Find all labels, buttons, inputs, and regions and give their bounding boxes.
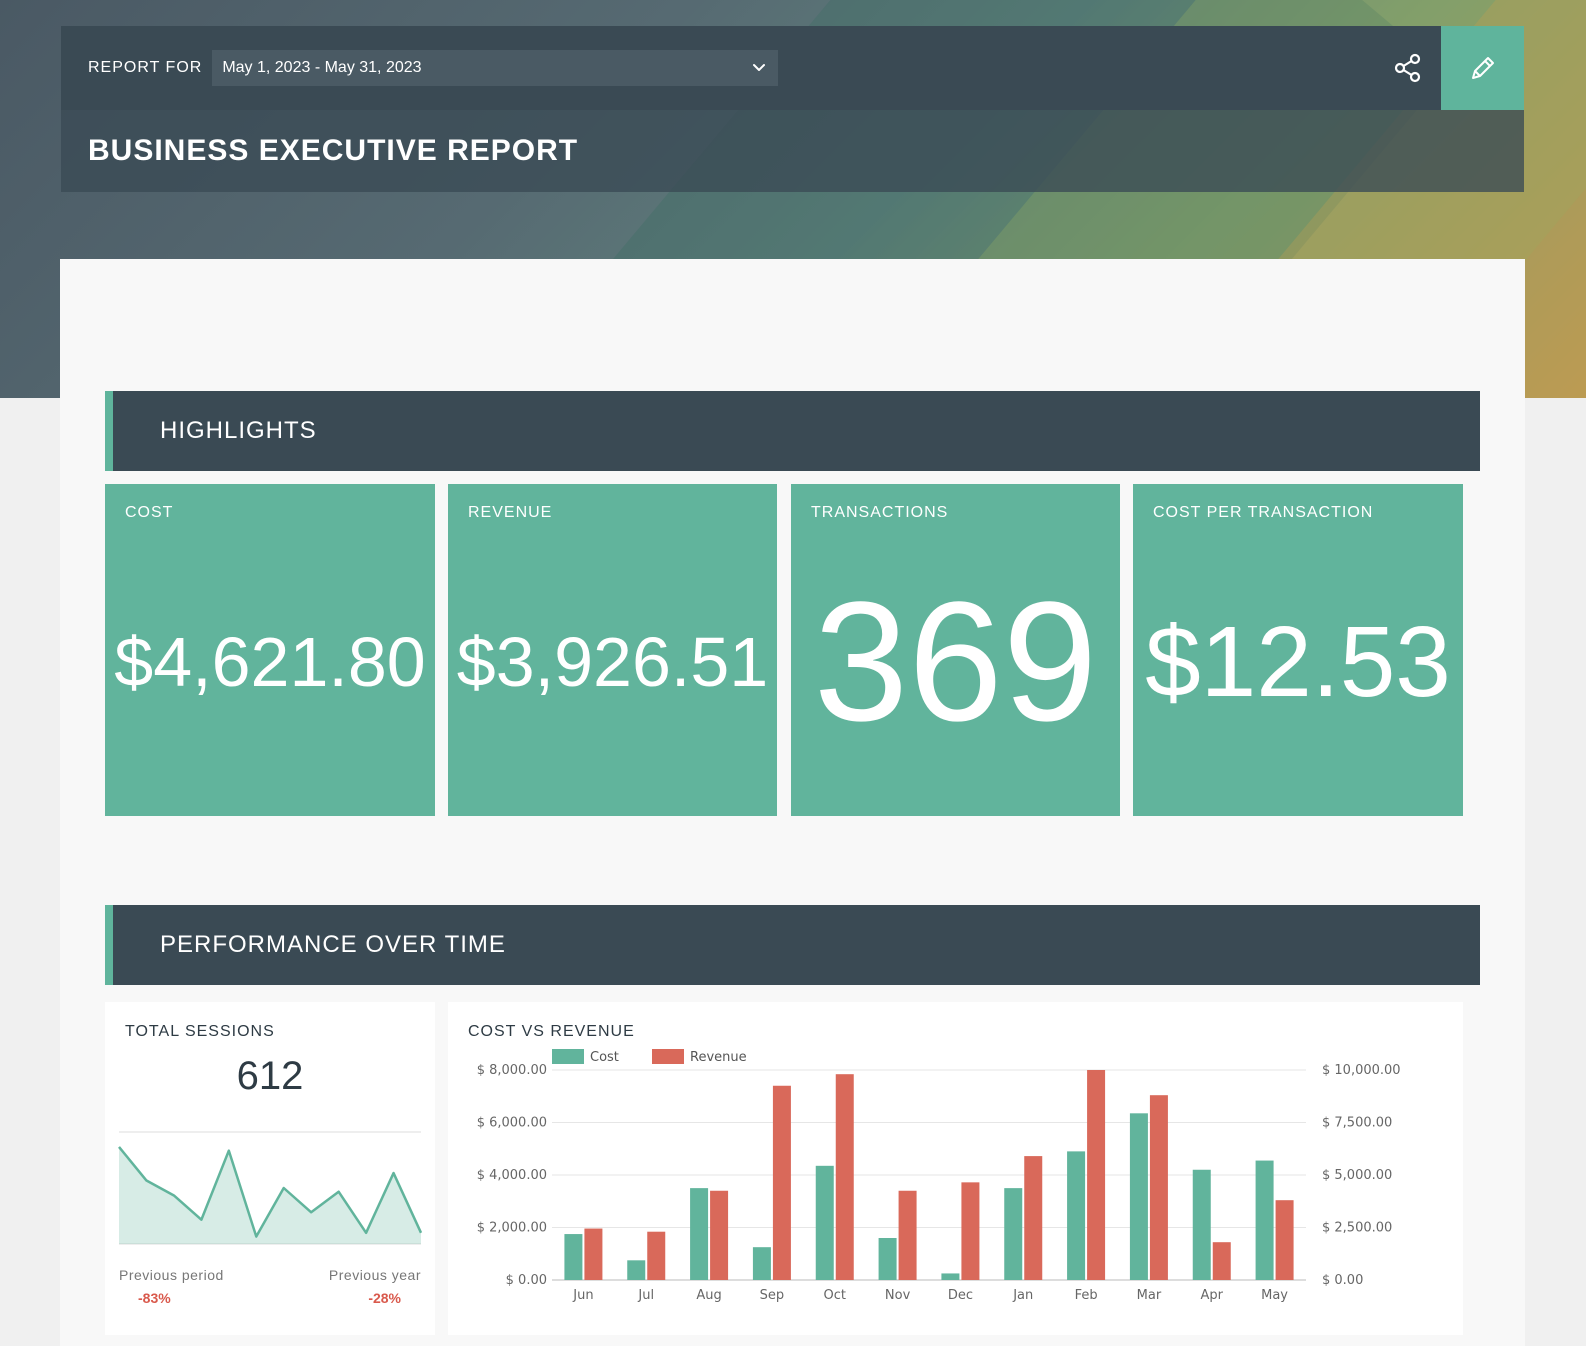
bar-revenue [1024, 1156, 1043, 1280]
share-icon[interactable] [1392, 52, 1424, 84]
report-content: HIGHLIGHTS COST $4,621.80 REVENUE $3,926… [60, 259, 1525, 1346]
x-tick-label: Mar [1137, 1288, 1162, 1303]
previous-year-value: -28% [368, 1290, 401, 1306]
legend-cost-swatch [552, 1049, 584, 1064]
kpi-value: $4,621.80 [114, 623, 426, 701]
kpi-revenue: REVENUE $3,926.51 [448, 484, 777, 816]
bar-revenue [835, 1074, 854, 1280]
x-tick-label: Jul [637, 1288, 654, 1303]
sessions-sparkline [118, 1131, 423, 1245]
section-title: HIGHLIGHTS [160, 417, 317, 444]
x-tick-label: Jan [1012, 1288, 1033, 1303]
total-sessions-panel: TOTAL SESSIONS 612 Previous period -83% … [105, 1002, 435, 1335]
cost-vs-revenue-panel: COST VS REVENUE Cost Revenue $ 0.00 $ 0.00 $… [448, 1002, 1463, 1335]
legend-revenue-swatch [652, 1049, 684, 1064]
performance-section-header: PERFORMANCE OVER TIME [105, 905, 1480, 985]
sessions-area [119, 1146, 421, 1244]
bar-cost [1129, 1113, 1148, 1280]
y-tick-right: $ 10,000.00 [1322, 1063, 1401, 1078]
y-tick-right: $ 5,000.00 [1322, 1168, 1392, 1183]
bar-revenue [1149, 1095, 1168, 1280]
title-bar: BUSINESS EXECUTIVE REPORT [61, 110, 1524, 192]
x-tick-label: May [1261, 1288, 1288, 1303]
y-tick-left: $ 4,000.00 [477, 1168, 547, 1183]
bar-cost [941, 1273, 960, 1280]
bar-revenue [710, 1190, 729, 1280]
section-title: PERFORMANCE OVER TIME [160, 931, 506, 958]
edit-button[interactable] [1441, 26, 1524, 110]
legend-revenue-label: Revenue [690, 1050, 747, 1065]
bar-revenue [1275, 1200, 1294, 1280]
x-tick-label: Sep [760, 1288, 785, 1303]
bar-cost [1004, 1188, 1023, 1280]
y-tick-right: $ 7,500.00 [1322, 1116, 1392, 1131]
previous-year-label: Previous year [328, 1267, 421, 1283]
kpi-value: $12.53 [1145, 605, 1451, 718]
y-tick-left: $ 2,000.00 [477, 1221, 547, 1236]
bar-revenue [1087, 1070, 1106, 1280]
x-tick-label: Apr [1201, 1288, 1224, 1303]
x-tick-label: Oct [824, 1288, 846, 1303]
bar-cost [1255, 1160, 1274, 1280]
chevron-down-icon [753, 64, 766, 71]
y-tick-left: $ 6,000.00 [477, 1116, 547, 1131]
kpi-value: 369 [813, 567, 1098, 757]
sessions-value: 612 [236, 1054, 304, 1098]
previous-period-value: -83% [138, 1290, 171, 1306]
panel-title: TOTAL SESSIONS [125, 1023, 275, 1040]
bar-revenue [584, 1228, 603, 1280]
bar-revenue [961, 1182, 980, 1280]
y-tick-right: $ 2,500.00 [1322, 1221, 1392, 1236]
y-tick-left: $ 8,000.00 [477, 1063, 547, 1078]
bar-cost [1067, 1151, 1086, 1280]
bar-revenue [1212, 1242, 1231, 1280]
bar-cost [815, 1165, 834, 1280]
page-title: BUSINESS EXECUTIVE REPORT [88, 134, 579, 167]
y-tick-right: $ 0.00 [1322, 1273, 1363, 1288]
date-range-select[interactable]: May 1, 2023 - May 31, 2023 [212, 50, 779, 86]
bar-cost [752, 1247, 771, 1280]
bar-revenue [772, 1085, 791, 1280]
x-tick-label: Jun [572, 1288, 593, 1303]
bar-revenue [898, 1190, 917, 1280]
x-tick-label: Aug [696, 1288, 721, 1303]
previous-period-label: Previous period [119, 1267, 224, 1283]
kpi-cost-per-transaction: COST PER TRANSACTION $12.53 [1133, 484, 1463, 816]
kpi-value: $3,926.51 [456, 623, 769, 701]
legend-cost-label: Cost [590, 1050, 619, 1065]
kpi-transactions: TRANSACTIONS 369 [791, 484, 1120, 816]
bar-cost [564, 1234, 583, 1280]
y-tick-left: $ 0.00 [506, 1273, 547, 1288]
pencil-icon [1471, 57, 1494, 79]
x-tick-label: Feb [1075, 1288, 1098, 1303]
highlights-section-header: HIGHLIGHTS [105, 391, 1480, 471]
date-range-value: May 1, 2023 - May 31, 2023 [222, 59, 422, 76]
bar-cost [1192, 1169, 1211, 1280]
bar-revenue [647, 1231, 666, 1280]
kpi-cost: COST $4,621.80 [105, 484, 435, 816]
x-tick-label: Nov [885, 1288, 911, 1303]
x-tick-label: Dec [948, 1288, 973, 1303]
bar-cost [627, 1260, 646, 1280]
bar-cost [878, 1238, 897, 1280]
cost-vs-revenue-chart: Cost Revenue $ 0.00 $ 0.00 $ 2,000.00 $ 2,500… [477, 1049, 1401, 1303]
report-toolbar: REPORT FOR May 1, 2023 - May 31, 2023 [61, 26, 1524, 110]
bar-cost [690, 1188, 709, 1280]
report-for-label: REPORT FOR [88, 59, 203, 76]
